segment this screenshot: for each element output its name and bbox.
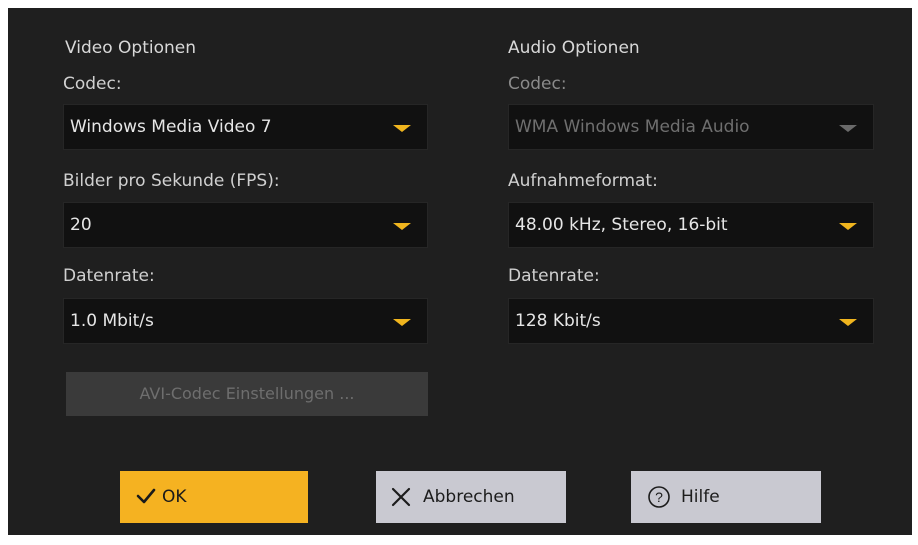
audio-datarate-select[interactable]: 128 Kbit/s [508,298,874,344]
chevron-down-icon [393,125,411,132]
chevron-down-icon [839,125,857,132]
help-button[interactable]: ? Hilfe [631,471,821,523]
avi-codec-settings-button[interactable]: AVI-Codec Einstellungen ... [66,372,428,416]
audio-options-title: Audio Optionen [508,38,640,58]
video-fps-select[interactable]: 20 [63,202,428,248]
audio-codec-value: WMA Windows Media Audio [515,117,750,137]
audio-format-value: 48.00 kHz, Stereo, 16-bit [515,215,728,235]
video-options-title: Video Optionen [65,38,197,58]
ok-button[interactable]: OK [120,471,308,523]
audio-format-label: Aufnahmeformat: [508,171,658,191]
chevron-down-icon [839,319,857,326]
svg-text:?: ? [655,489,663,505]
cancel-label: Abbrechen [423,487,515,507]
video-fps-label: Bilder pro Sekunde (FPS): [63,171,280,191]
audio-format-select[interactable]: 48.00 kHz, Stereo, 16-bit [508,202,874,248]
audio-datarate-label: Datenrate: [508,266,600,286]
video-fps-value: 20 [70,215,92,235]
avi-codec-settings-label: AVI-Codec Einstellungen ... [139,384,355,403]
video-codec-label: Codec: [63,74,122,94]
help-label: Hilfe [681,487,720,507]
audio-codec-label: Codec: [508,74,567,94]
video-codec-select[interactable]: Windows Media Video 7 [63,104,428,150]
export-options-dialog: Video Optionen Codec: Windows Media Vide… [8,8,912,535]
question-circle-icon: ? [648,486,670,508]
chevron-down-icon [393,223,411,230]
chevron-down-icon [839,223,857,230]
audio-codec-select[interactable]: WMA Windows Media Audio [508,104,874,150]
video-codec-value: Windows Media Video 7 [70,117,272,137]
chevron-down-icon [393,319,411,326]
video-datarate-select[interactable]: 1.0 Mbit/s [63,298,428,344]
ok-label: OK [162,487,187,507]
checkmark-icon [136,488,156,504]
video-datarate-label: Datenrate: [63,266,155,286]
audio-datarate-value: 128 Kbit/s [515,311,601,331]
cancel-button[interactable]: Abbrechen [376,471,566,523]
x-icon [391,487,411,507]
video-datarate-value: 1.0 Mbit/s [70,311,154,331]
